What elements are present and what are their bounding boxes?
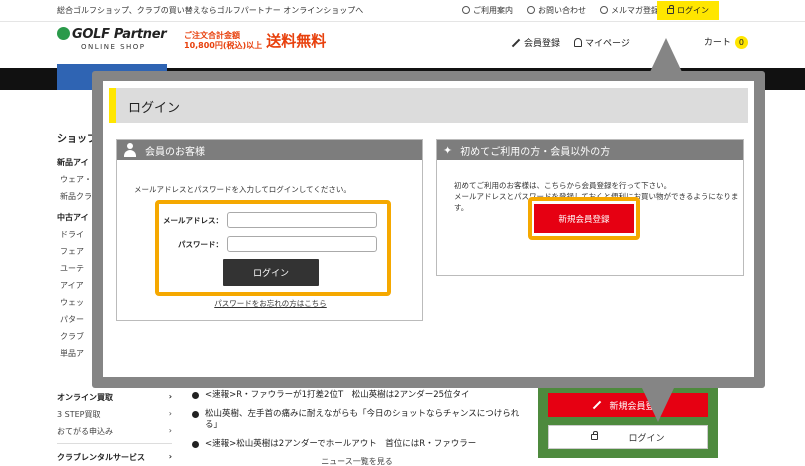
top-bar: 総合ゴルフショップ、クラブの買い替えならゴルフパートナー オンラインショップへ … xyxy=(0,0,805,22)
online-buy-heading[interactable]: オンライン買取 › xyxy=(57,392,172,403)
form-highlight xyxy=(155,200,391,296)
top-links: ご利用案内 お問い合わせ メルマガ登録 xyxy=(462,5,659,16)
user-icon xyxy=(123,143,137,157)
member-register-link[interactable]: 会員登録 xyxy=(511,36,560,49)
bullet-icon xyxy=(192,441,199,448)
sparkle-icon: ✦ xyxy=(443,143,453,157)
bullet-icon xyxy=(192,392,199,399)
news-list: <速報>R・ファウラーが1打差2位T 松山英樹は2アンダー25位タイ 松山英樹、… xyxy=(192,390,522,466)
callout-arrow-up xyxy=(650,38,682,72)
guest-box-header: ✦ 初めてご利用の方・会員以外の方 xyxy=(437,140,743,160)
register-highlight xyxy=(528,197,640,240)
golf-ball-icon xyxy=(57,27,70,40)
lock-icon xyxy=(591,431,599,440)
side-register-button[interactable]: 新規会員登録 xyxy=(548,393,708,417)
easy-apply-link[interactable]: おてがる申込み › xyxy=(57,426,172,437)
forgot-password-link[interactable]: パスワードをお忘れの方はこちら xyxy=(117,298,424,309)
guide-link[interactable]: ご利用案内 xyxy=(462,5,513,16)
mail-icon xyxy=(527,6,535,14)
tagline: 総合ゴルフショップ、クラブの買い替えならゴルフパートナー オンラインショップへ xyxy=(57,6,364,15)
sidebar-bottom: オンライン買取 › 3 STEP買取 › おてがる申込み › クラブレンタルサービス › xyxy=(57,388,172,466)
site-logo[interactable]: GOLF Partner ONLINE SHOP xyxy=(57,27,167,51)
newsletter-link[interactable]: メルマガ登録 xyxy=(600,5,659,16)
newsletter-icon xyxy=(600,6,608,14)
news-item[interactable]: <速報>松山英樹は2アンダーでホールアウト 首位にはR・ファウラー xyxy=(192,439,522,450)
news-item[interactable]: 松山英樹、左手首の痛みに耐えながらも「今日のショットならチャンスにつけられる」 xyxy=(192,409,522,431)
free-shipping-banner: ご注文合計金額 10,800円(税込)以上 送料無料 xyxy=(184,30,327,51)
three-step-link[interactable]: 3 STEP買取 › xyxy=(57,409,172,420)
header-login-button[interactable]: ログイン xyxy=(657,1,719,20)
modal-title: ログイン xyxy=(109,88,748,123)
news-more-link[interactable]: ニュース一覧を見る xyxy=(192,456,522,466)
info-icon xyxy=(462,6,470,14)
pencil-icon xyxy=(593,400,602,410)
guest-box: ✦ 初めてご利用の方・会員以外の方 初めてご利用のお客様は、こちらから会員登録を… xyxy=(436,139,744,276)
side-login-button[interactable]: ログイン xyxy=(548,425,708,449)
cart-link[interactable]: カート 0 xyxy=(704,35,748,49)
cart-count-badge: 0 xyxy=(734,36,748,49)
member-description: メールアドレスとパスワードを入力してログインしてください。 xyxy=(134,185,351,194)
pencil-icon xyxy=(511,38,521,47)
login-modal: ログイン 会員のお客様 メールアドレスとパスワードを入力してログインしてください… xyxy=(92,71,765,388)
bullet-icon xyxy=(192,411,199,418)
contact-link[interactable]: お問い合わせ xyxy=(527,5,586,16)
callout-arrow-down xyxy=(642,388,674,422)
lock-icon xyxy=(667,4,674,14)
news-item[interactable]: <速報>R・ファウラーが1打差2位T 松山英樹は2アンダー25位タイ xyxy=(192,390,522,401)
rental-service-link[interactable]: クラブレンタルサービス › xyxy=(57,452,172,463)
mypage-link[interactable]: マイページ xyxy=(574,36,630,49)
member-login-box: 会員のお客様 メールアドレスとパスワードを入力してログインしてください。 メール… xyxy=(116,139,423,321)
login-panel: ログイン 会員のお客様 メールアドレスとパスワードを入力してログインしてください… xyxy=(103,81,754,377)
header-actions: 会員登録 マイページ カート 0 xyxy=(511,35,748,49)
member-box-header: 会員のお客様 xyxy=(117,140,422,160)
person-icon xyxy=(574,37,583,47)
